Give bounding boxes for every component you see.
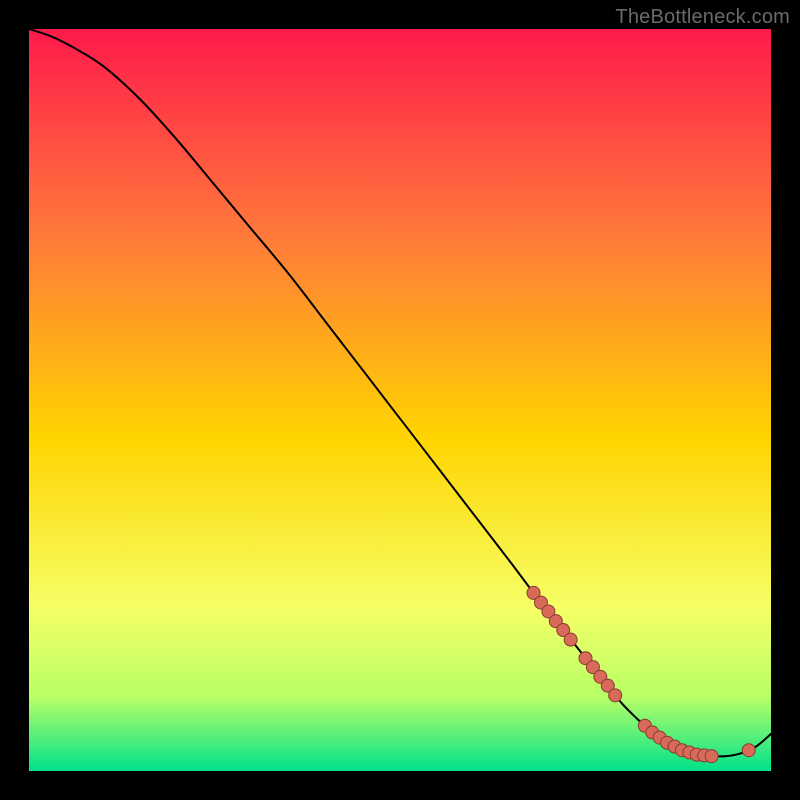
watermark-label: TheBottleneck.com [615,6,790,29]
chart-stage: TheBottleneck.com [0,0,800,800]
plot-area [29,29,771,771]
data-point-marker [609,689,622,702]
gradient-background [29,29,771,771]
data-point-marker [742,744,755,757]
data-point-marker [705,750,718,763]
data-point-marker [564,633,577,646]
plot-svg [29,29,771,771]
